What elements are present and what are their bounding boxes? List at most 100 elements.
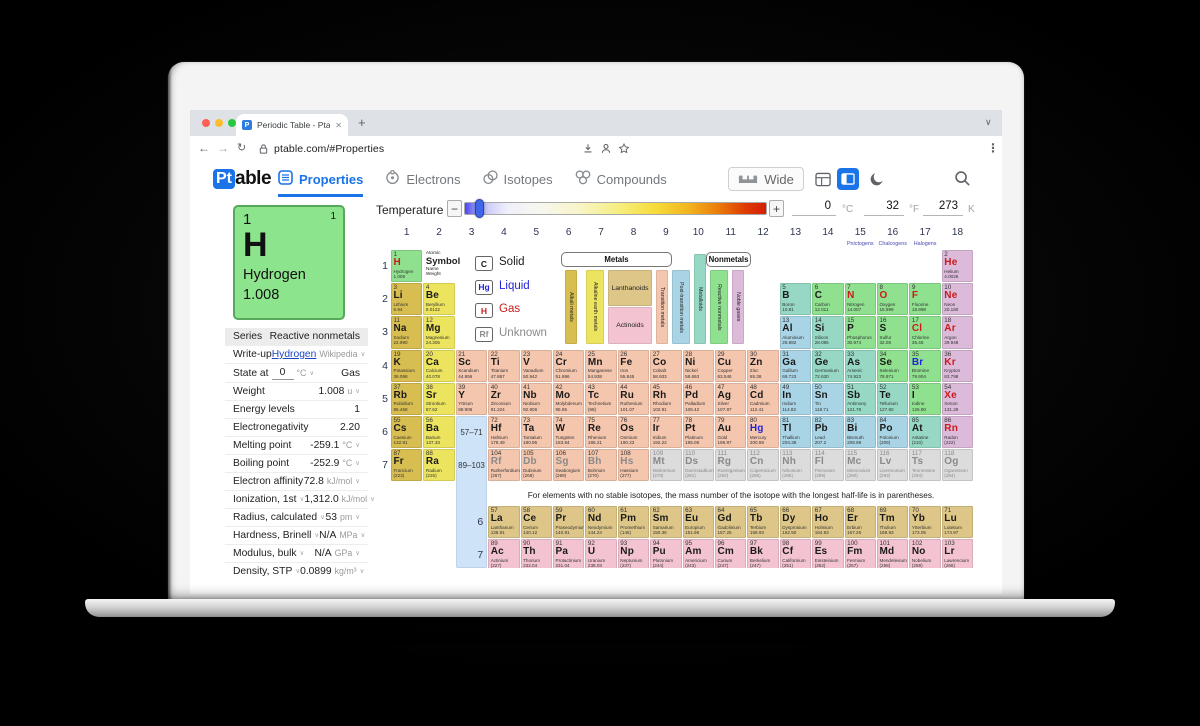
search-icon[interactable] xyxy=(954,170,971,192)
element-Au[interactable]: 79AuGold196.97 xyxy=(715,416,746,448)
element-Se[interactable]: 34SeSelenium78.971 xyxy=(877,350,908,382)
element-Pb[interactable]: 82PbLead207.2 xyxy=(812,416,843,448)
chevron-down-icon[interactable]: ∨ xyxy=(355,385,360,398)
element-Cm[interactable]: 96CmCurium(247) xyxy=(715,539,746,568)
ptable-logo[interactable]: Ptable xyxy=(213,168,271,190)
bookmark-star-icon[interactable] xyxy=(618,142,630,160)
element-Zr[interactable]: 40ZrZirconium91.224 xyxy=(488,383,519,415)
element-Be[interactable]: 4BeBeryllium9.0122 xyxy=(423,283,454,315)
element-Gd[interactable]: 64GdGadolinium157.25 xyxy=(715,506,746,538)
element-Mc[interactable]: 115McMoscovium(290) xyxy=(845,449,876,481)
element-Bk[interactable]: 97BkBerkelium(247) xyxy=(747,539,778,568)
element-O[interactable]: 8OOxygen15.999 xyxy=(877,283,908,315)
chevron-down-icon[interactable]: ∨ xyxy=(355,439,360,452)
element-S[interactable]: 16SSulfur32.06 xyxy=(877,316,908,348)
element-Eu[interactable]: 63EuEuropium151.96 xyxy=(683,506,714,538)
legend-lanthanoids[interactable]: Lanthanoids xyxy=(608,270,652,306)
temp-celsius-input[interactable]: 0 xyxy=(792,200,836,216)
download-icon[interactable] xyxy=(582,142,594,160)
minimize-window-button[interactable] xyxy=(215,119,223,127)
chevron-down-icon[interactable]: ∨ xyxy=(361,348,366,361)
placeholder-lanthanides[interactable]: 57–71 xyxy=(456,416,487,449)
element-He[interactable]: 2HeHelium4.0026 xyxy=(942,250,973,282)
element-Pr[interactable]: 59PrPraseodymium140.91 xyxy=(553,506,584,538)
element-Dy[interactable]: 66DyDysprosium162.50 xyxy=(780,506,811,538)
close-window-button[interactable] xyxy=(202,119,210,127)
legend-noble-gases[interactable]: Noble gases xyxy=(732,270,744,344)
element-Mg[interactable]: 12MgMagnesium24.305 xyxy=(423,316,454,348)
element-Pd[interactable]: 46PdPalladium106.42 xyxy=(683,383,714,415)
chevron-down-icon[interactable]: ∨ xyxy=(355,457,360,470)
chevron-down-icon[interactable]: ∨ xyxy=(355,547,360,560)
element-V[interactable]: 23VVanadium50.942 xyxy=(521,350,552,382)
element-Er[interactable]: 68ErErbium167.26 xyxy=(845,506,876,538)
element-Mt[interactable]: 109MtMeitnerium(278) xyxy=(650,449,681,481)
element-Np[interactable]: 93NpNeptunium(237) xyxy=(618,539,649,568)
element-H[interactable]: 1HHydrogen1.008 xyxy=(391,250,422,282)
element-Ce[interactable]: 58CeCerium140.12 xyxy=(521,506,552,538)
element-Kr[interactable]: 36KrKrypton83.798 xyxy=(942,350,973,382)
temp-fahrenheit-input[interactable]: 32 xyxy=(864,200,904,216)
property-value[interactable]: -259.1°C∨ xyxy=(310,439,360,452)
legend-alkali-metals[interactable]: Alkali metals xyxy=(565,270,577,344)
element-Ds[interactable]: 110DsDarmstadtium(281) xyxy=(683,449,714,481)
property-value[interactable]: 1,312.0kJ/mol∨ xyxy=(304,493,375,506)
element-C[interactable]: 6CCarbon12.011 xyxy=(812,283,843,315)
element-Fr[interactable]: 87FrFrancium(223) xyxy=(391,449,422,481)
element-Hf[interactable]: 72HfHafnium178.49 xyxy=(488,416,519,448)
element-Ho[interactable]: 67HoHolmium164.93 xyxy=(812,506,843,538)
writeup-link[interactable]: Hydrogen xyxy=(272,348,317,361)
element-Po[interactable]: 84PoPolonium(209) xyxy=(877,416,908,448)
element-Sc[interactable]: 21ScScandium44.956 xyxy=(456,350,487,382)
wide-button[interactable]: Wide xyxy=(728,167,804,191)
element-Sn[interactable]: 50SnTin118.71 xyxy=(812,383,843,415)
element-Cu[interactable]: 29CuCopper63.546 xyxy=(715,350,746,382)
element-Pt[interactable]: 78PtPlatinum195.08 xyxy=(683,416,714,448)
element-Ta[interactable]: 73TaTantalum180.95 xyxy=(521,416,552,448)
element-Rb[interactable]: 37RbRubidium85.468 xyxy=(391,383,422,415)
browser-tab[interactable]: P Periodic Table - Ptable ✕ xyxy=(236,114,348,136)
chevron-down-icon[interactable]: ∨ xyxy=(355,475,360,488)
temp-slider-thumb[interactable] xyxy=(475,199,484,218)
forward-icon[interactable]: → xyxy=(217,141,229,155)
element-Co[interactable]: 27CoCobalt58.933 xyxy=(650,350,681,382)
element-Te[interactable]: 52TeTellurium127.60 xyxy=(877,383,908,415)
temp-kelvin-input[interactable]: 273 xyxy=(923,200,963,216)
dark-mode-button[interactable] xyxy=(866,168,888,190)
element-Cd[interactable]: 48CdCadmium112.41 xyxy=(747,383,778,415)
element-Ge[interactable]: 32GeGermanium72.630 xyxy=(812,350,843,382)
element-Si[interactable]: 14SiSilicon28.085 xyxy=(812,316,843,348)
new-tab-button[interactable]: + xyxy=(358,115,366,130)
element-Sm[interactable]: 62SmSamarium150.36 xyxy=(650,506,681,538)
element-Cn[interactable]: 112CnCopernicium(285) xyxy=(747,449,778,481)
element-Md[interactable]: 101MdMendelevium(258) xyxy=(877,539,908,568)
chevron-down-icon[interactable]: ∨ xyxy=(355,511,360,524)
element-Os[interactable]: 76OsOsmium190.23 xyxy=(618,416,649,448)
legend-actinoids[interactable]: Actinoids xyxy=(608,307,652,344)
element-Th[interactable]: 90ThThorium232.04 xyxy=(521,539,552,568)
element-Ru[interactable]: 44RuRuthenium101.07 xyxy=(618,383,649,415)
element-Ag[interactable]: 47AgSilver107.87 xyxy=(715,383,746,415)
element-Ra[interactable]: 88RaRadium(226) xyxy=(423,449,454,481)
legend-alkaline-earth-metals[interactable]: Alkaline earth metals xyxy=(586,270,604,344)
element-Fe[interactable]: 26FeIron55.845 xyxy=(618,350,649,382)
tab-isotopes[interactable]: Isotopes xyxy=(483,162,553,197)
element-Hs[interactable]: 108HsHassium(277) xyxy=(618,449,649,481)
element-F[interactable]: 9FFluorine18.998 xyxy=(909,283,940,315)
tab-properties[interactable]: Properties xyxy=(278,162,363,197)
element-As[interactable]: 33AsArsenic74.922 xyxy=(845,350,876,382)
property-value[interactable]: 1.008u∨ xyxy=(319,385,360,398)
legend-post-transition-metals[interactable]: Post-transition metals xyxy=(672,270,690,344)
element-Li[interactable]: 3LiLithium6.94 xyxy=(391,283,422,315)
element-N[interactable]: 7NNitrogen14.007 xyxy=(845,283,876,315)
element-Xe[interactable]: 54XeXenon131.29 xyxy=(942,383,973,415)
element-La[interactable]: 57LaLanthanum138.91 xyxy=(488,506,519,538)
menu-kebab-icon[interactable]: ⋮ xyxy=(987,141,999,155)
element-Tc[interactable]: 43TcTechnetium(98) xyxy=(585,383,616,415)
zoom-window-button[interactable] xyxy=(228,119,236,127)
property-value[interactable]: HydrogenWikipedia∨ xyxy=(272,348,366,361)
element-Rg[interactable]: 111RgRoentgenium(282) xyxy=(715,449,746,481)
element-Rh[interactable]: 45RhRhodium102.91 xyxy=(650,383,681,415)
element-Pa[interactable]: 91PaProtactinium231.04 xyxy=(553,539,584,568)
legend-metalloids[interactable]: Metalloids xyxy=(694,254,706,344)
